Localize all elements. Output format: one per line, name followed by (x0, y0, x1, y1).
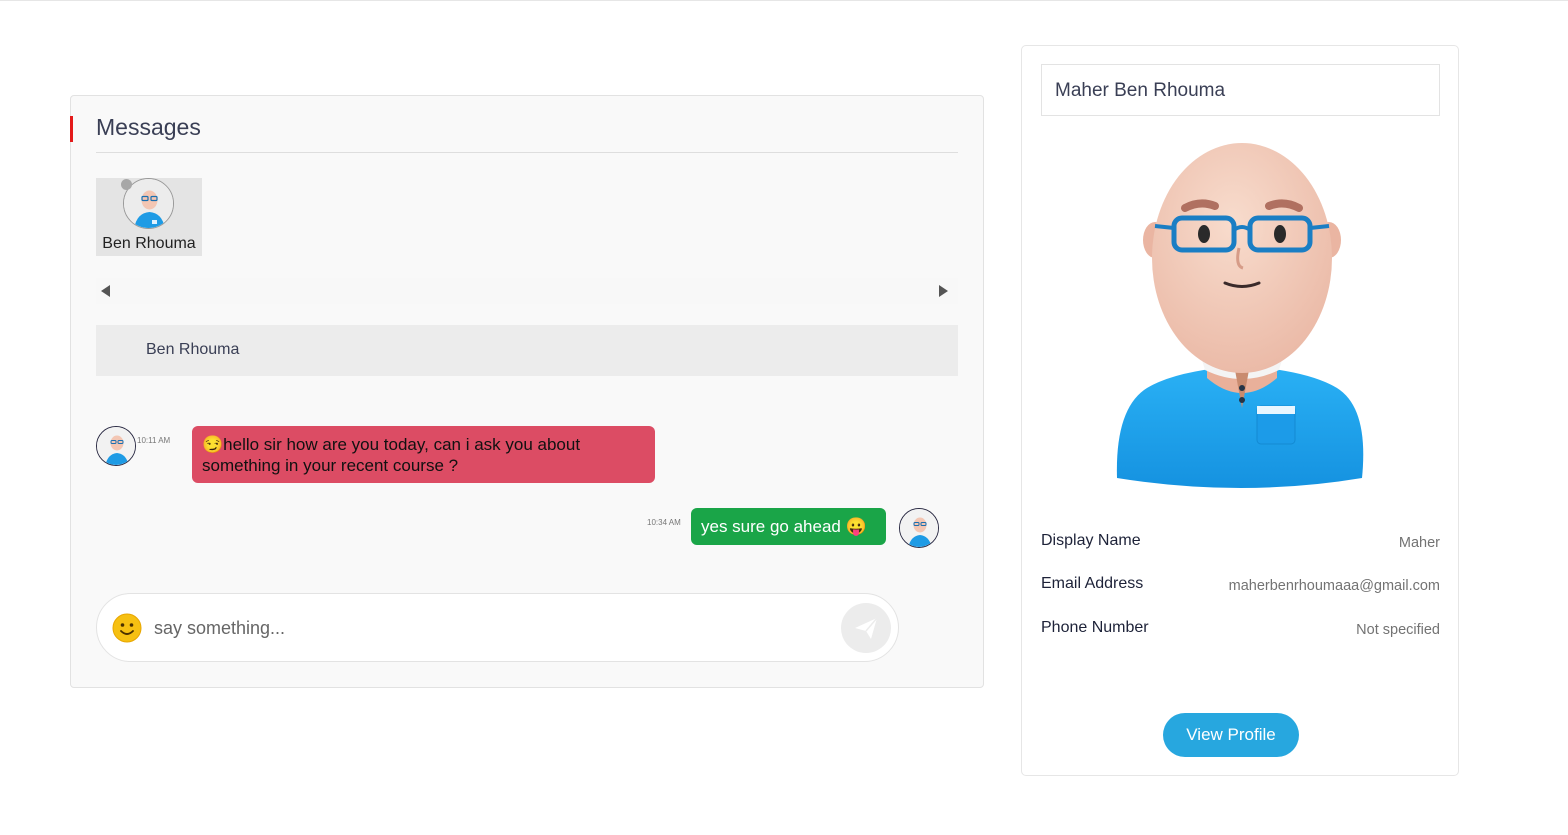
info-row-phone: Phone Number Not specified (1041, 619, 1440, 643)
top-divider (0, 0, 1568, 1)
profile-avatar (1107, 138, 1377, 493)
field-value: Not specified (1356, 622, 1440, 638)
scroll-left-arrow-icon[interactable] (101, 285, 110, 297)
profile-full-name: Maher Ben Rhouma (1055, 80, 1226, 101)
message-input[interactable] (154, 615, 814, 641)
chat-header: Ben Rhouma (96, 325, 958, 376)
contact-tile[interactable]: Ben Rhouma (96, 178, 202, 256)
smiley-icon[interactable] (112, 613, 142, 643)
panel-divider (96, 152, 958, 153)
panel-accent-bar (70, 116, 73, 142)
own-avatar (899, 508, 939, 548)
message-time: 10:11 AM (137, 436, 171, 445)
info-row-display-name: Display Name Maher (1041, 532, 1440, 556)
profile-name-box: Maher Ben Rhouma (1041, 64, 1440, 116)
incoming-message-bubble: 😏hello sir how are you today, can i ask … (192, 426, 655, 483)
field-value: maherbenrhoumaaa@gmail.com (1228, 578, 1440, 594)
info-row-email: Email Address maherbenrhoumaaa@gmail.com (1041, 575, 1440, 599)
person-avatar-icon (1116, 143, 1364, 488)
status-dot (121, 179, 132, 190)
profile-card: Maher Ben Rhouma Display Name Maher Emai… (1021, 45, 1459, 776)
field-value: Maher (1398, 535, 1440, 551)
message-composer (96, 593, 899, 662)
person-avatar-icon (97, 427, 135, 465)
messages-panel: Messages Ben Rhouma Ben Rhouma 10:11 AM … (70, 95, 984, 688)
send-button[interactable] (841, 603, 891, 653)
field-label: Display Name (1041, 532, 1141, 549)
sender-avatar (96, 426, 136, 466)
scroll-right-arrow-icon[interactable] (939, 285, 948, 297)
paper-plane-icon (855, 617, 878, 639)
contact-name: Ben Rhouma (102, 235, 196, 252)
contacts-scrollbar[interactable] (96, 278, 958, 304)
panel-title: Messages (96, 114, 201, 140)
person-avatar-icon (900, 509, 938, 547)
message-time: 10:34 AM (647, 518, 681, 527)
field-label: Phone Number (1041, 619, 1149, 636)
chat-header-name: Ben Rhouma (146, 341, 240, 358)
view-profile-button[interactable]: View Profile (1163, 713, 1299, 757)
outgoing-message-bubble: yes sure go ahead 😛 (691, 508, 886, 545)
field-label: Email Address (1041, 575, 1144, 592)
